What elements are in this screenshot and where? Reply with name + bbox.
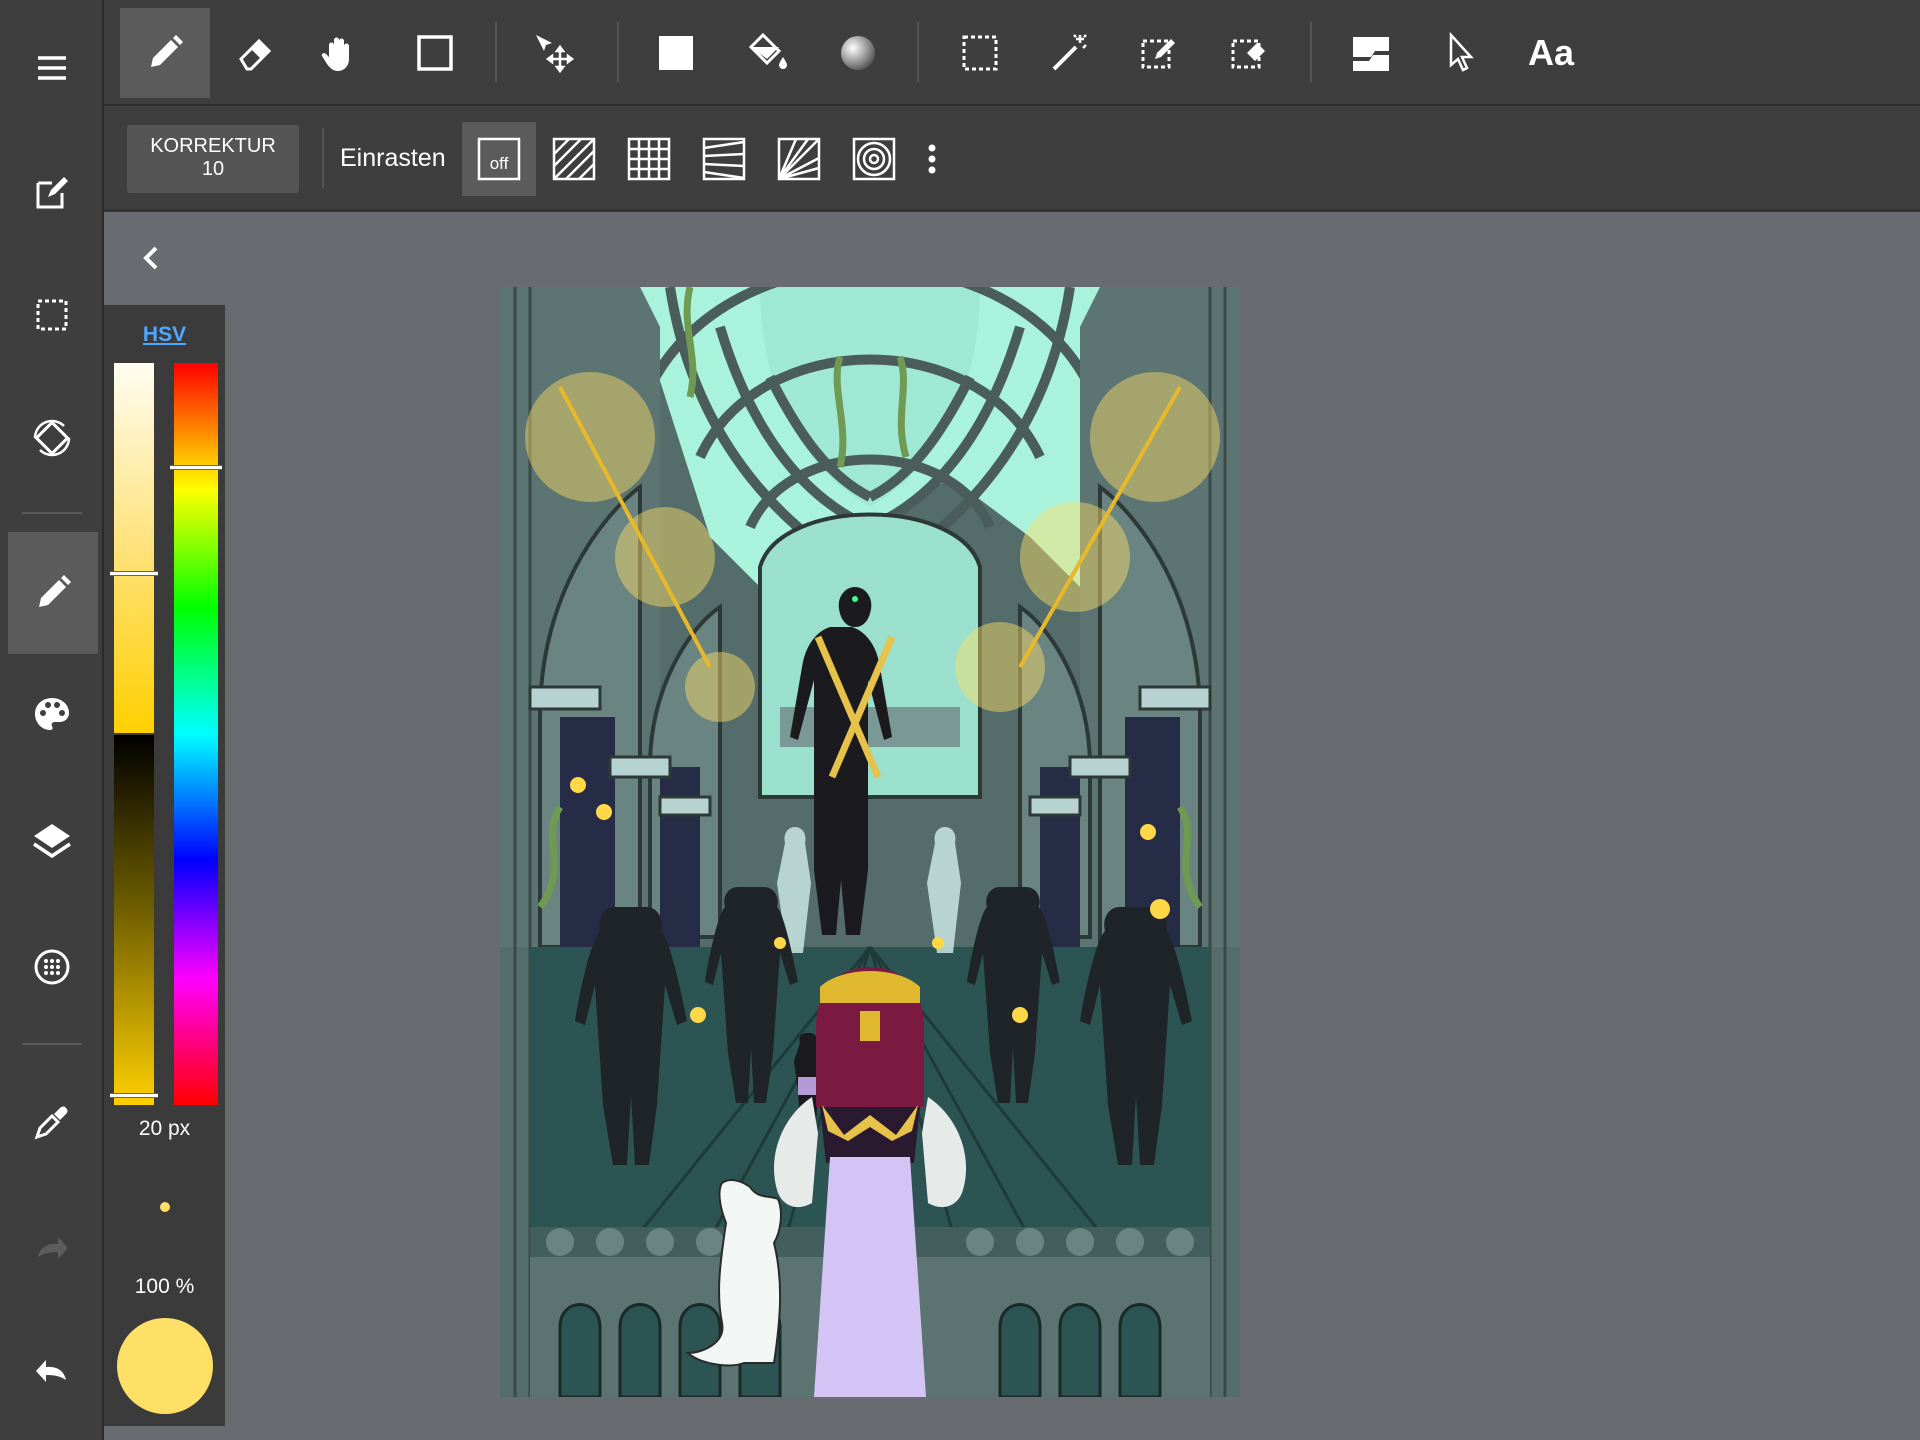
eyedropper-button[interactable] (8, 1067, 96, 1177)
undo-button[interactable] (8, 1315, 96, 1425)
filled-square-icon (659, 36, 693, 70)
current-color-swatch[interactable] (117, 1318, 213, 1414)
pencil-icon (39, 575, 71, 607)
snap-perspective-button[interactable] (687, 122, 761, 196)
hue-slider-handle[interactable] (170, 465, 222, 470)
select-eraser-icon (1231, 39, 1265, 69)
brush-size-preview (160, 1202, 170, 1212)
gradient-icon (841, 36, 875, 70)
frame-icon (1353, 37, 1389, 71)
edit-icon (36, 177, 68, 209)
select-rect-tool[interactable] (935, 8, 1025, 98)
selection-icon (36, 299, 68, 331)
opacity-value[interactable]: 100 % (104, 1275, 225, 1299)
hand-tool[interactable] (294, 8, 384, 98)
value-slider[interactable] (114, 363, 154, 733)
pencil-icon (151, 35, 183, 67)
material-button[interactable] (8, 912, 96, 1022)
select-pen-tool[interactable] (1114, 8, 1204, 98)
layers-icon (33, 824, 71, 859)
correction-button[interactable]: KORREKTUR 10 (127, 125, 299, 193)
dashed-rect-icon (962, 35, 998, 71)
saturation-slider-handle[interactable] (110, 1093, 158, 1098)
radial-lines-icon (777, 137, 821, 181)
snap-label: Einrasten (340, 144, 446, 172)
hue-slider[interactable] (174, 363, 218, 1105)
undo-icon (36, 1360, 66, 1382)
redo-icon (38, 1237, 68, 1259)
bucket-icon (748, 32, 787, 69)
material-icon (34, 949, 70, 985)
saturation-slider[interactable] (114, 735, 154, 1105)
brush-size-value[interactable]: 20 px (104, 1117, 225, 1141)
edit-button[interactable] (8, 138, 96, 248)
grid-icon (627, 137, 671, 181)
brush-tool[interactable] (120, 8, 210, 98)
frame-tool[interactable] (1326, 8, 1416, 98)
fill-rect-tool[interactable] (631, 8, 721, 98)
color-panel: HSV 20 px 100 % (104, 305, 225, 1426)
palette-button[interactable] (8, 660, 96, 770)
hamburger-icon (38, 56, 66, 80)
hand-icon (321, 37, 349, 71)
layers-button[interactable] (8, 785, 96, 895)
snap-grid-button[interactable] (612, 122, 686, 196)
perspective-lines-icon (702, 137, 746, 181)
more-vertical-icon (928, 144, 936, 174)
snap-off-label: off (490, 154, 509, 173)
gradient-tool[interactable] (813, 8, 903, 98)
redo-button[interactable] (8, 1192, 96, 1302)
left-rail (0, 0, 104, 1440)
cathedral-artwork (500, 287, 1240, 1397)
color-mode-toggle[interactable]: HSV (104, 323, 225, 347)
rectangle-tool[interactable] (390, 8, 480, 98)
snap-off-icon: off (477, 137, 521, 181)
move-tool[interactable] (509, 8, 599, 98)
more-options-button[interactable] (912, 122, 952, 196)
rotate-icon (33, 419, 71, 457)
select-pen-icon (1141, 39, 1175, 69)
eyedropper-icon (34, 1106, 68, 1140)
eraser-icon (239, 38, 272, 71)
correction-label: KORREKTUR (150, 135, 276, 157)
snap-parallel-button[interactable] (537, 122, 611, 196)
top-toolbar: Aa (104, 0, 1920, 106)
palette-icon (35, 698, 69, 730)
value-slider-handle[interactable] (110, 571, 158, 576)
cursor-arrow-icon (1449, 31, 1474, 72)
app-window: Aa KORREKTUR 10 Einrasten off HSV 20 px … (0, 0, 1920, 1440)
snap-radial-button[interactable] (762, 122, 836, 196)
bucket-fill-tool[interactable] (722, 8, 812, 98)
snap-off-button[interactable]: off (462, 122, 536, 196)
concentric-circles-icon (852, 137, 896, 181)
selection-button[interactable] (8, 260, 96, 370)
collapse-panel-icon[interactable] (136, 238, 166, 278)
drawing-canvas[interactable] (500, 287, 1240, 1397)
eraser-tool[interactable] (210, 8, 300, 98)
brush-button[interactable] (8, 532, 98, 654)
sub-toolbar: KORREKTUR 10 Einrasten off (104, 106, 1920, 212)
transform-button[interactable] (8, 383, 96, 493)
select-eraser-tool[interactable] (1204, 8, 1294, 98)
magic-wand-icon (1052, 34, 1087, 71)
magic-wand-tool[interactable] (1025, 8, 1115, 98)
snap-concentric-button[interactable] (837, 122, 911, 196)
parallel-lines-icon (552, 137, 596, 181)
menu-button[interactable] (8, 13, 96, 123)
correction-value: 10 (201, 158, 225, 180)
text-tool[interactable]: Aa (1506, 8, 1596, 98)
move-icon (536, 35, 575, 74)
operation-tool[interactable] (1416, 8, 1506, 98)
rectangle-outline-icon (417, 35, 453, 71)
text-tool-label: Aa (1527, 32, 1575, 73)
